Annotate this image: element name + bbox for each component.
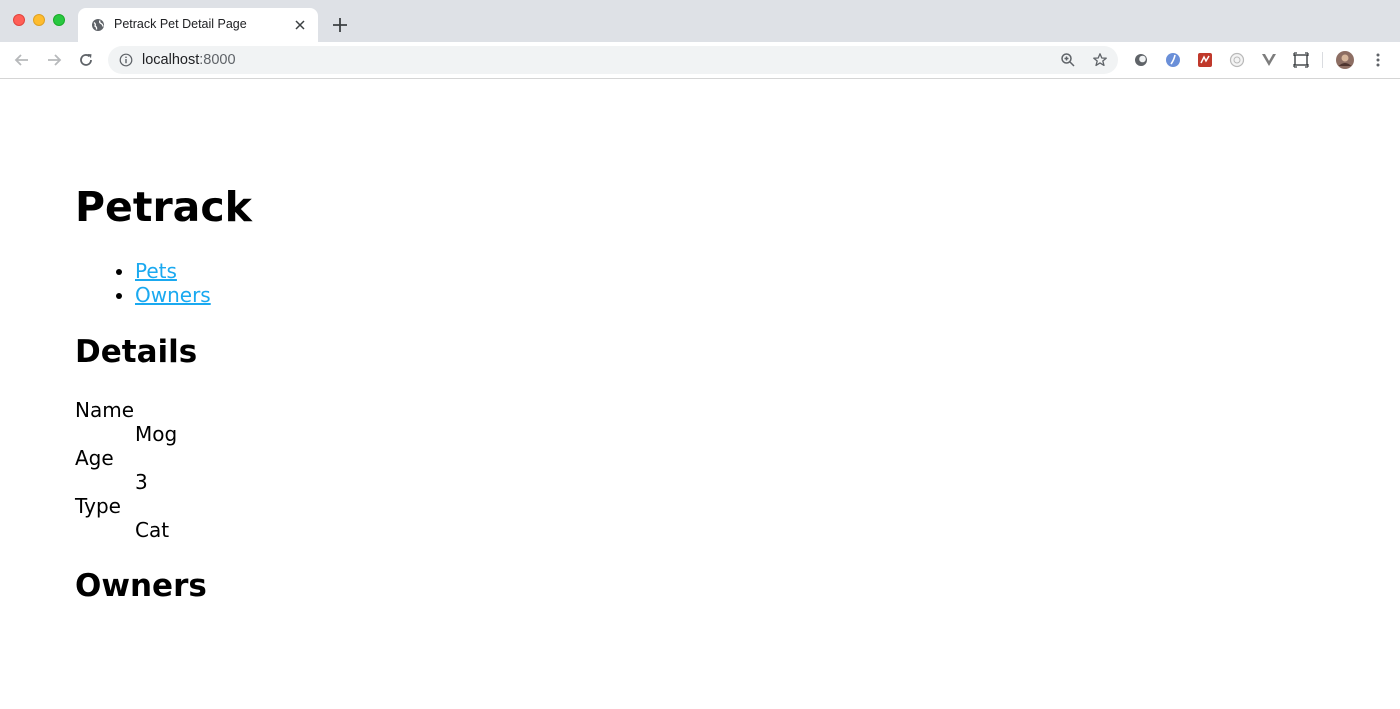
nav-link-owners[interactable]: Owners [135,283,211,307]
detail-value-age: 3 [135,470,148,494]
pet-details: Name Mog Age 3 Type Cat [75,398,177,542]
reload-icon[interactable] [77,51,95,69]
forward-arrow-icon[interactable] [45,51,63,69]
nav-link-pets[interactable]: Pets [135,259,177,283]
details-heading: Details [75,334,198,370]
zoom-window-icon[interactable] [53,14,65,26]
url-port: :8000 [199,52,236,68]
globe-icon [92,19,104,31]
zoom-in-icon[interactable] [1060,52,1076,68]
back-arrow-icon[interactable] [13,51,31,69]
url-host: localhost [142,52,200,68]
extension-circle-icon[interactable] [1133,52,1149,68]
screen-capture-icon[interactable] [1293,52,1309,68]
browser-toolbar: localhost:8000 [0,42,1400,79]
extension-red-icon[interactable] [1197,52,1213,68]
toolbar-separator [1322,52,1323,68]
detail-term-age: Age [75,446,114,470]
more-vert-icon[interactable] [1370,52,1386,68]
url-text[interactable]: localhost:8000 [142,52,236,68]
close-icon[interactable] [292,17,308,33]
extension-vue-icon[interactable] [1261,52,1277,68]
info-icon[interactable] [119,53,133,67]
site-title: Petrack [75,183,252,231]
owners-heading: Owners [75,568,207,604]
profile-avatar-icon[interactable] [1335,50,1355,70]
detail-term-name: Name [75,398,135,422]
nav-item-owners: Owners [135,283,211,307]
address-bar[interactable]: localhost:8000 [108,46,1118,74]
tab-title: Petrack Pet Detail Page [114,17,247,31]
star-icon[interactable] [1092,52,1108,68]
nav-item-pets: Pets [135,259,211,283]
browser-tab[interactable]: Petrack Pet Detail Page [78,8,318,42]
main-nav: Pets Owners [75,259,211,307]
minimize-window-icon[interactable] [33,14,45,26]
extension-blue-icon[interactable] [1165,52,1181,68]
plus-icon[interactable] [331,16,349,34]
browser-tabstrip: Petrack Pet Detail Page [0,0,1400,42]
extension-grey-circle-icon[interactable] [1229,52,1245,68]
detail-term-type: Type [75,494,121,518]
close-window-icon[interactable] [13,14,25,26]
detail-value-type: Cat [135,518,170,542]
detail-value-name: Mog [135,422,178,446]
